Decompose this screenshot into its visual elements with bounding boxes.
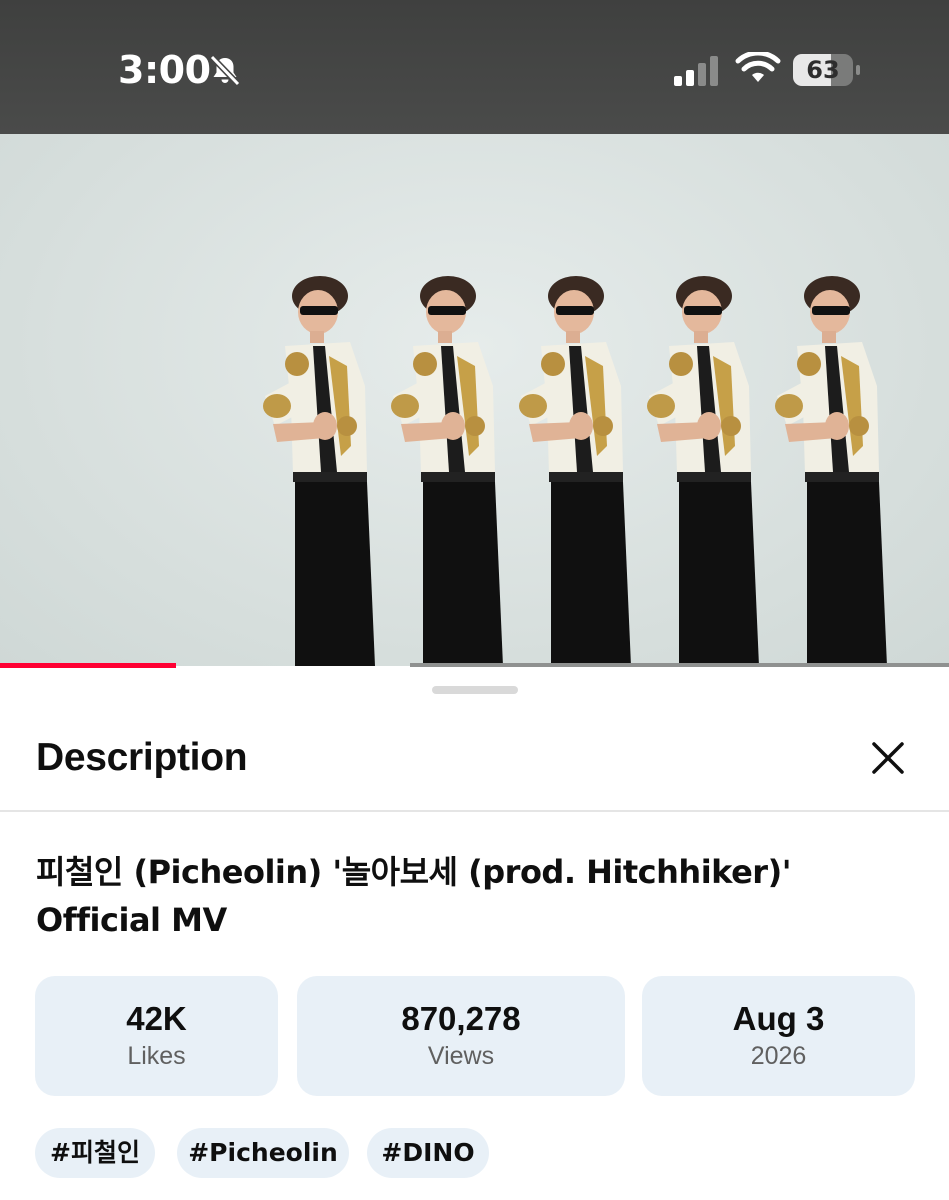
divider (0, 810, 949, 812)
video-buffer-bar[interactable] (410, 663, 949, 667)
drag-handle[interactable] (432, 686, 518, 694)
views-count: 870,278 (401, 1000, 521, 1037)
battery-indicator: 63 (793, 54, 861, 86)
bell-slash-icon (209, 54, 241, 87)
views-label: Views (427, 1042, 495, 1070)
dancer-figure (391, 276, 503, 666)
cellular-signal-icon (674, 56, 718, 86)
wifi-icon (735, 52, 781, 82)
likes-stat: 42K Likes (35, 976, 278, 1096)
dancer-figure (263, 276, 375, 666)
status-time: 3:00 (118, 48, 211, 92)
hashtag-chip[interactable]: #DINO (367, 1128, 489, 1178)
sheet-title: Description (36, 736, 248, 779)
publish-year: 2026 (750, 1042, 807, 1070)
video-player[interactable] (0, 134, 949, 666)
battery-level: 63 (806, 56, 840, 84)
hashtag-chip[interactable]: #Picheolin (177, 1128, 349, 1178)
likes-label: Likes (127, 1042, 186, 1070)
publish-date: Aug 3 (732, 1000, 825, 1037)
date-stat: Aug 3 2026 (642, 976, 915, 1096)
dancer-figure (519, 276, 631, 666)
views-stat: 870,278 Views (297, 976, 625, 1096)
dancer-figure (647, 276, 759, 666)
video-title: 피철인 (Picheolin) '놀아보세 (prod. Hitchhiker)… (36, 853, 792, 939)
close-icon[interactable] (864, 734, 912, 782)
dancer-figure (775, 276, 887, 666)
likes-count: 42K (126, 1000, 187, 1037)
description-sheet: Description 피철인 (Picheolin) '놀아보세 (prod.… (0, 668, 949, 1200)
status-bar: 3:00 63 (0, 0, 949, 134)
hashtag-chip[interactable]: #피철인 (35, 1128, 155, 1178)
